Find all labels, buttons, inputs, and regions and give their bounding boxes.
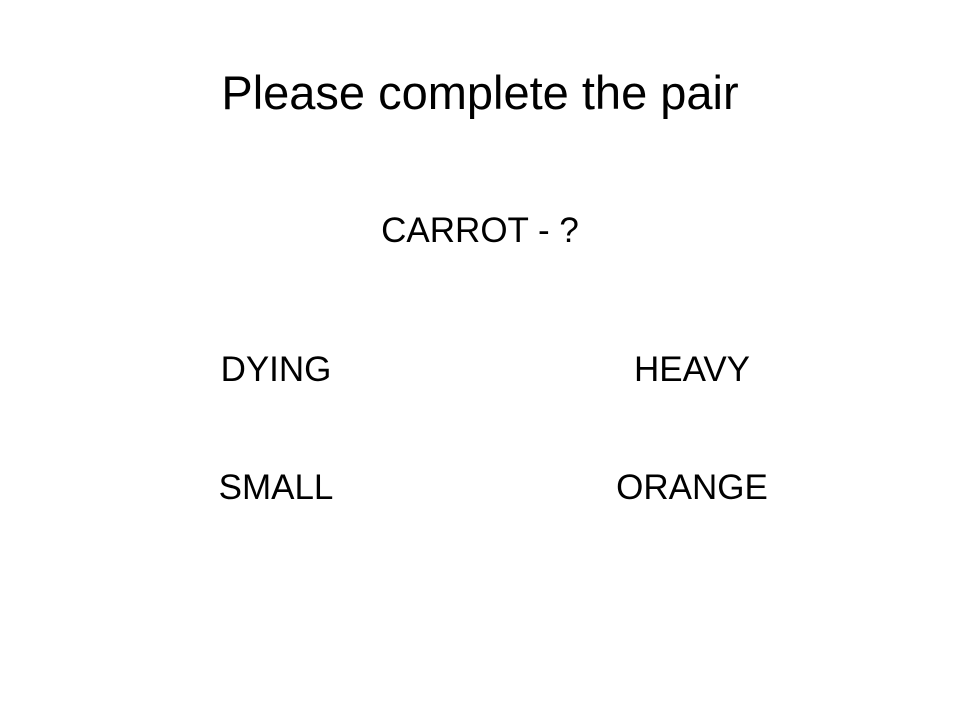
question-prompt: CARROT - ? (381, 211, 579, 250)
answer-option-heavy[interactable]: HEAVY (562, 344, 822, 396)
answer-option-small[interactable]: SMALL (146, 462, 406, 514)
slide-title: Please complete the pair (221, 66, 739, 119)
answer-option-dying[interactable]: DYING (146, 344, 406, 396)
answer-option-orange[interactable]: ORANGE (562, 462, 822, 514)
slide: Please complete the pair CARROT - ? DYIN… (0, 0, 960, 720)
